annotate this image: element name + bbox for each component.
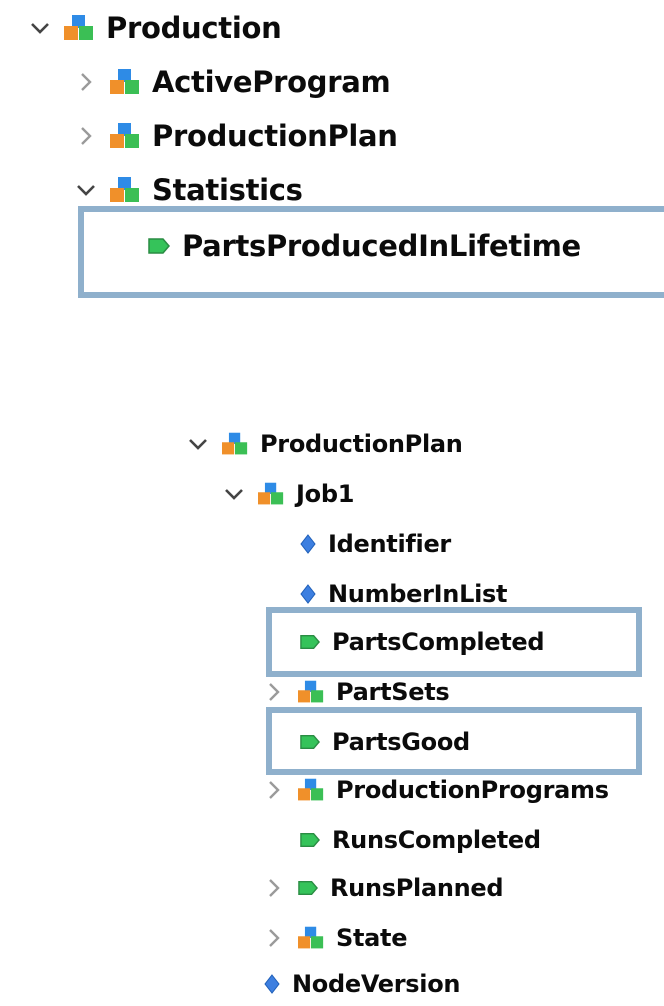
tree-node-partsgood[interactable]: PartsGood [298, 720, 470, 764]
variable-tag-icon [146, 235, 172, 257]
variable-tag-icon [298, 732, 322, 752]
tree-node-label: NodeVersion [292, 970, 461, 998]
property-diamond-icon [262, 973, 282, 995]
variable-tag-icon [298, 830, 322, 850]
object-folder-icon [108, 121, 142, 151]
object-folder-icon [296, 679, 326, 705]
tree-node-label: NumberInList [328, 580, 508, 608]
object-folder-icon [296, 925, 326, 951]
tree-node-label: ActiveProgram [152, 65, 391, 99]
tree-node-label: ProductionPrograms [336, 776, 609, 804]
tree-node-productionplan[interactable]: ProductionPlan [74, 114, 398, 158]
chevron-down-icon[interactable] [186, 432, 210, 456]
property-diamond-icon [298, 583, 318, 605]
tree-node-nodeversion[interactable]: NodeVersion [262, 962, 461, 1006]
tree-node-label: Identifier [328, 530, 451, 558]
object-folder-icon [256, 481, 286, 507]
tree-node-identifier[interactable]: Identifier [298, 522, 451, 566]
tree-node-label: Statistics [152, 173, 303, 207]
tree-node-productionplan-expanded[interactable]: ProductionPlan [186, 422, 463, 466]
chevron-down-icon[interactable] [222, 482, 246, 506]
chevron-right-icon[interactable] [262, 680, 286, 704]
object-folder-icon [220, 431, 250, 457]
property-diamond-icon [298, 533, 318, 555]
tree-node-label: State [336, 924, 408, 952]
chevron-down-icon[interactable] [28, 16, 52, 40]
chevron-right-icon[interactable] [74, 124, 98, 148]
tree-node-label: PartsGood [332, 728, 470, 756]
chevron-right-icon[interactable] [74, 70, 98, 94]
tree-node-label: Job1 [296, 480, 355, 508]
tree-node-label: RunsPlanned [330, 874, 504, 902]
tree-node-state[interactable]: State [262, 916, 408, 960]
chevron-right-icon[interactable] [262, 926, 286, 950]
object-folder-icon [108, 175, 142, 205]
object-folder-icon [296, 777, 326, 803]
tree-node-label: Production [106, 11, 282, 45]
tree-node-label: ProductionPlan [260, 430, 463, 458]
tree-node-partscompleted[interactable]: PartsCompleted [298, 620, 545, 664]
tree-node-job1[interactable]: Job1 [222, 472, 354, 516]
variable-tag-icon [296, 878, 320, 898]
tree-node-activeprogram[interactable]: ActiveProgram [74, 60, 391, 104]
tree-node-label: PartSets [336, 678, 450, 706]
tree-node-runsplanned[interactable]: RunsPlanned [262, 866, 504, 910]
chevron-right-icon[interactable] [262, 876, 286, 900]
object-folder-icon [62, 13, 96, 43]
chevron-right-icon[interactable] [262, 778, 286, 802]
variable-tag-icon [298, 632, 322, 652]
tree-node-production[interactable]: Production [28, 6, 282, 50]
tree-node-label: ProductionPlan [152, 119, 398, 153]
chevron-down-icon[interactable] [74, 178, 98, 202]
object-folder-icon [108, 67, 142, 97]
tree-node-runscompleted[interactable]: RunsCompleted [298, 818, 541, 862]
tree-node-partsproducedinlifetime[interactable]: PartsProducedInLifetime [146, 224, 581, 268]
tree-node-productionprograms[interactable]: ProductionPrograms [262, 768, 609, 812]
tree-node-label: RunsCompleted [332, 826, 541, 854]
tree-node-label: PartsProducedInLifetime [182, 229, 581, 263]
tree-node-label: PartsCompleted [332, 628, 545, 656]
